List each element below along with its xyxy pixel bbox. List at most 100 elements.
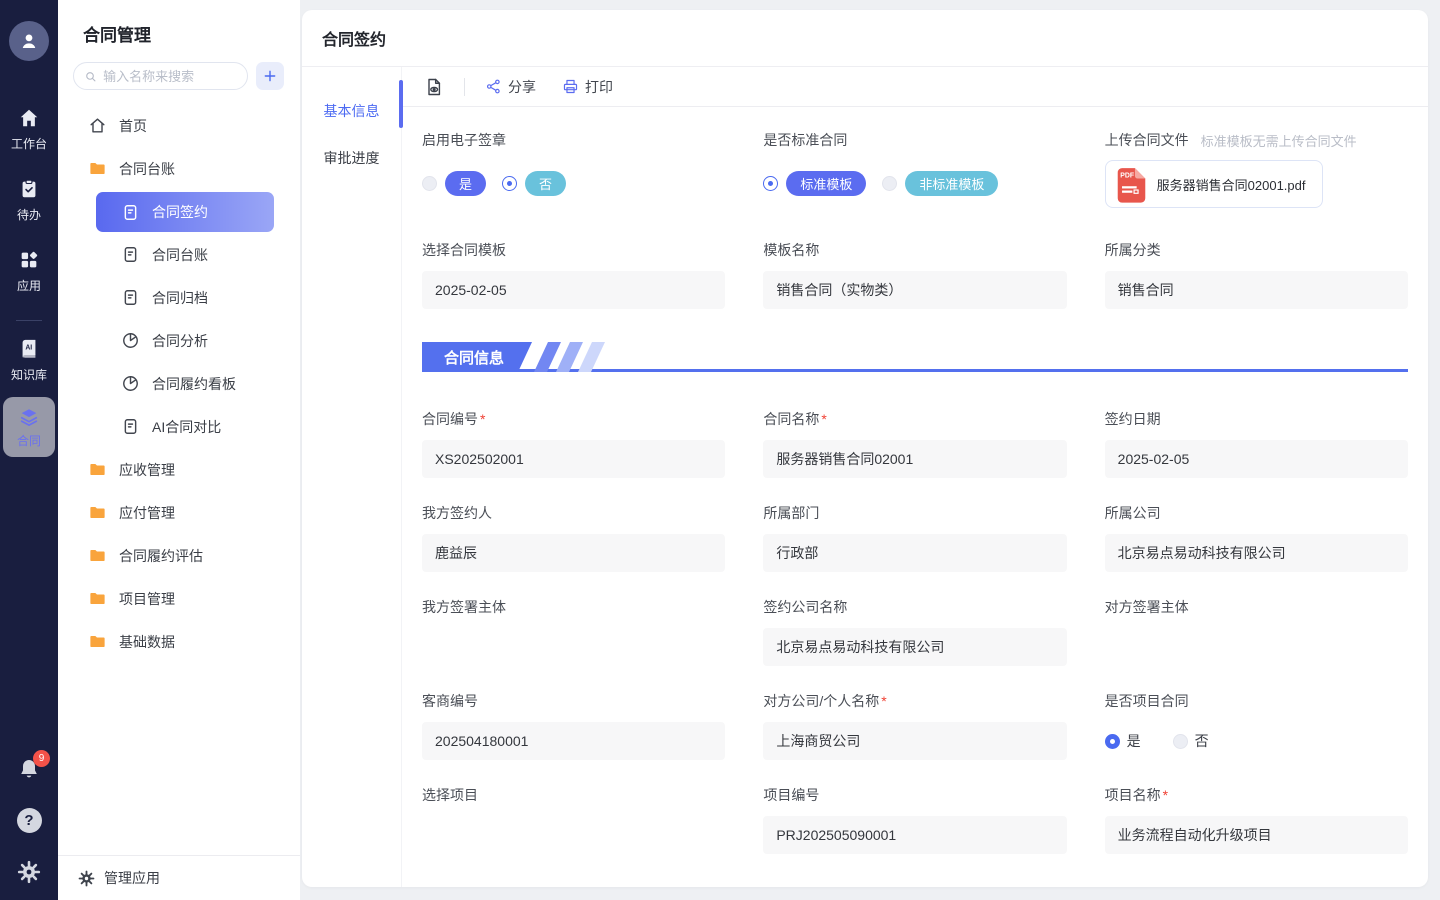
print-button[interactable]: 打印 xyxy=(562,77,613,97)
apps-grid-icon xyxy=(18,249,40,271)
sidebar-item-performance-eval[interactable]: 合同履约评估 xyxy=(58,534,300,577)
rail-item-knowledge[interactable]: AI 知识库 xyxy=(11,338,47,383)
radio-nonstandard-template[interactable] xyxy=(882,176,897,191)
sidebar-item-contract-analysis[interactable]: 合同分析 xyxy=(58,319,300,362)
rail-item-todo[interactable]: 待办 xyxy=(17,178,41,223)
field-counterparty: 对方公司/个人名称 上海商贸公司 xyxy=(763,691,1066,760)
tab-basic-info[interactable]: 基本信息 xyxy=(302,87,401,134)
contract-name-input[interactable]: 服务器销售合同02001 xyxy=(763,440,1066,478)
sidebar-item-contract-ledger[interactable]: 合同台账 xyxy=(58,233,300,276)
sidebar-item-label: 合同分析 xyxy=(152,331,208,351)
sign-date-input[interactable]: 2025-02-05 xyxy=(1105,440,1408,478)
sidebar-item-ai-compare[interactable]: AI合同对比 xyxy=(58,405,300,448)
pill-standard-template[interactable]: 标准模板 xyxy=(786,171,866,196)
document-icon xyxy=(121,288,140,307)
field-label: 是否标准合同 xyxy=(763,130,1066,150)
field-label: 客商编号 xyxy=(422,691,725,711)
field-template-name: 模板名称 销售合同（实物类） xyxy=(763,240,1066,309)
preview-button[interactable] xyxy=(424,77,444,97)
field-category: 所属分类 销售合同 xyxy=(1105,240,1408,309)
department-input[interactable]: 行政部 xyxy=(763,534,1066,572)
sidebar-item-label: 基础数据 xyxy=(119,632,175,652)
sidebar-item-label: 合同归档 xyxy=(152,288,208,308)
notifications-button[interactable]: 9 xyxy=(17,757,41,781)
company-input[interactable]: 北京易点易动科技有限公司 xyxy=(1105,534,1408,572)
notification-badge: 9 xyxy=(33,750,50,767)
field-label: 所属公司 xyxy=(1105,503,1408,523)
rail-label: 应用 xyxy=(17,277,41,294)
contract-form: 启用电子签章 是 否 是否标准合同 xyxy=(402,107,1428,887)
question-icon: ? xyxy=(24,812,33,829)
manage-apps-button[interactable]: 管理应用 xyxy=(58,855,300,900)
rail-label: 工作台 xyxy=(11,135,47,152)
pill-nonstandard-template[interactable]: 非标准模板 xyxy=(905,171,998,196)
pie-chart-icon xyxy=(121,374,140,393)
help-button[interactable]: ? xyxy=(17,808,42,833)
add-button[interactable] xyxy=(256,62,284,90)
sidebar-item-label: 合同履约看板 xyxy=(152,374,236,394)
sidebar-item-contract-sign[interactable]: 合同签约 xyxy=(96,192,274,232)
sidebar-item-performance-board[interactable]: 合同履约看板 xyxy=(58,362,300,405)
customer-no-input[interactable]: 202504180001 xyxy=(422,722,725,760)
avatar[interactable] xyxy=(9,21,49,61)
uploaded-file-card[interactable]: PDF 服务器销售合同02001.pdf xyxy=(1105,160,1323,208)
sign-company-input[interactable]: 北京易点易动科技有限公司 xyxy=(763,628,1066,666)
field-label: 项目名称 xyxy=(1105,785,1408,805)
layers-icon xyxy=(18,406,40,428)
sidebar-item-label: 合同签约 xyxy=(152,202,208,222)
pdf-file-icon: PDF xyxy=(1116,166,1147,203)
sidebar-nav: 首页 合同台账 合同签约 合同台账 合同归档 xyxy=(58,104,300,855)
ai-book-icon: AI xyxy=(18,338,40,360)
rail-item-contract-active[interactable]: 合同 xyxy=(3,397,55,457)
sidebar-item-project-mgmt[interactable]: 项目管理 xyxy=(58,577,300,620)
radio-project-yes-label[interactable]: 是 xyxy=(1127,731,1141,751)
tab-approval-progress[interactable]: 审批进度 xyxy=(302,134,401,181)
our-signer-input[interactable]: 鹿益辰 xyxy=(422,534,725,572)
field-label: 我方签署主体 xyxy=(422,597,725,617)
sidebar-item-contract-archive[interactable]: 合同归档 xyxy=(58,276,300,319)
contract-no-input[interactable]: XS202502001 xyxy=(422,440,725,478)
sidebar-item-label: 合同台账 xyxy=(119,159,175,179)
sidebar-item-payables[interactable]: 应付管理 xyxy=(58,491,300,534)
rail-label: 知识库 xyxy=(11,366,47,383)
radio-esign-no[interactable] xyxy=(502,176,517,191)
field-esign: 启用电子签章 是 否 xyxy=(422,130,725,208)
settings-gear-icon[interactable] xyxy=(17,860,41,884)
sidebar-item-home[interactable]: 首页 xyxy=(58,104,300,147)
radio-esign-yes[interactable] xyxy=(422,176,437,191)
pill-esign-yes[interactable]: 是 xyxy=(445,171,486,196)
field-project-name: 项目名称 业务流程自动化升级项目 xyxy=(1105,785,1408,854)
user-icon xyxy=(18,30,40,52)
template-select-input[interactable]: 2025-02-05 xyxy=(422,271,725,309)
share-label: 分享 xyxy=(508,77,536,97)
project-no-input[interactable]: PRJ202505090001 xyxy=(763,816,1066,854)
field-label: 选择合同模板 xyxy=(422,240,725,260)
search-box[interactable] xyxy=(73,62,248,90)
sidebar-item-base-data[interactable]: 基础数据 xyxy=(58,620,300,663)
sidebar-item-receivables[interactable]: 应收管理 xyxy=(58,448,300,491)
rail-label: 待办 xyxy=(17,206,41,223)
field-label: 合同编号 xyxy=(422,409,725,429)
counterparty-input[interactable]: 上海商贸公司 xyxy=(763,722,1066,760)
pill-esign-no[interactable]: 否 xyxy=(525,171,566,196)
toolbar-divider xyxy=(464,78,465,96)
radio-project-no-label[interactable]: 否 xyxy=(1195,731,1209,751)
radio-project-no[interactable] xyxy=(1173,734,1188,749)
project-name-input[interactable]: 业务流程自动化升级项目 xyxy=(1105,816,1408,854)
field-other-entity: 对方签署主体 xyxy=(1105,597,1408,666)
radio-standard-template[interactable] xyxy=(763,176,778,191)
template-name-input[interactable]: 销售合同（实物类） xyxy=(763,271,1066,309)
sidebar-item-contract-ledger-group[interactable]: 合同台账 xyxy=(58,147,300,190)
rail-item-workbench[interactable]: 工作台 xyxy=(11,107,47,152)
category-input[interactable]: 销售合同 xyxy=(1105,271,1408,309)
radio-project-yes[interactable] xyxy=(1105,734,1120,749)
share-button[interactable]: 分享 xyxy=(485,77,536,97)
main-area: 合同签约 基本信息 审批进度 xyxy=(300,0,1440,900)
rail-item-apps[interactable]: 应用 xyxy=(17,249,41,294)
section-title: 合同信息 xyxy=(422,342,532,372)
search-input[interactable] xyxy=(103,69,237,84)
field-project-no: 项目编号 PRJ202505090001 xyxy=(763,785,1066,854)
field-department: 所属部门 行政部 xyxy=(763,503,1066,572)
field-label: 合同名称 xyxy=(763,409,1066,429)
sidebar-title: 合同管理 xyxy=(58,0,300,46)
